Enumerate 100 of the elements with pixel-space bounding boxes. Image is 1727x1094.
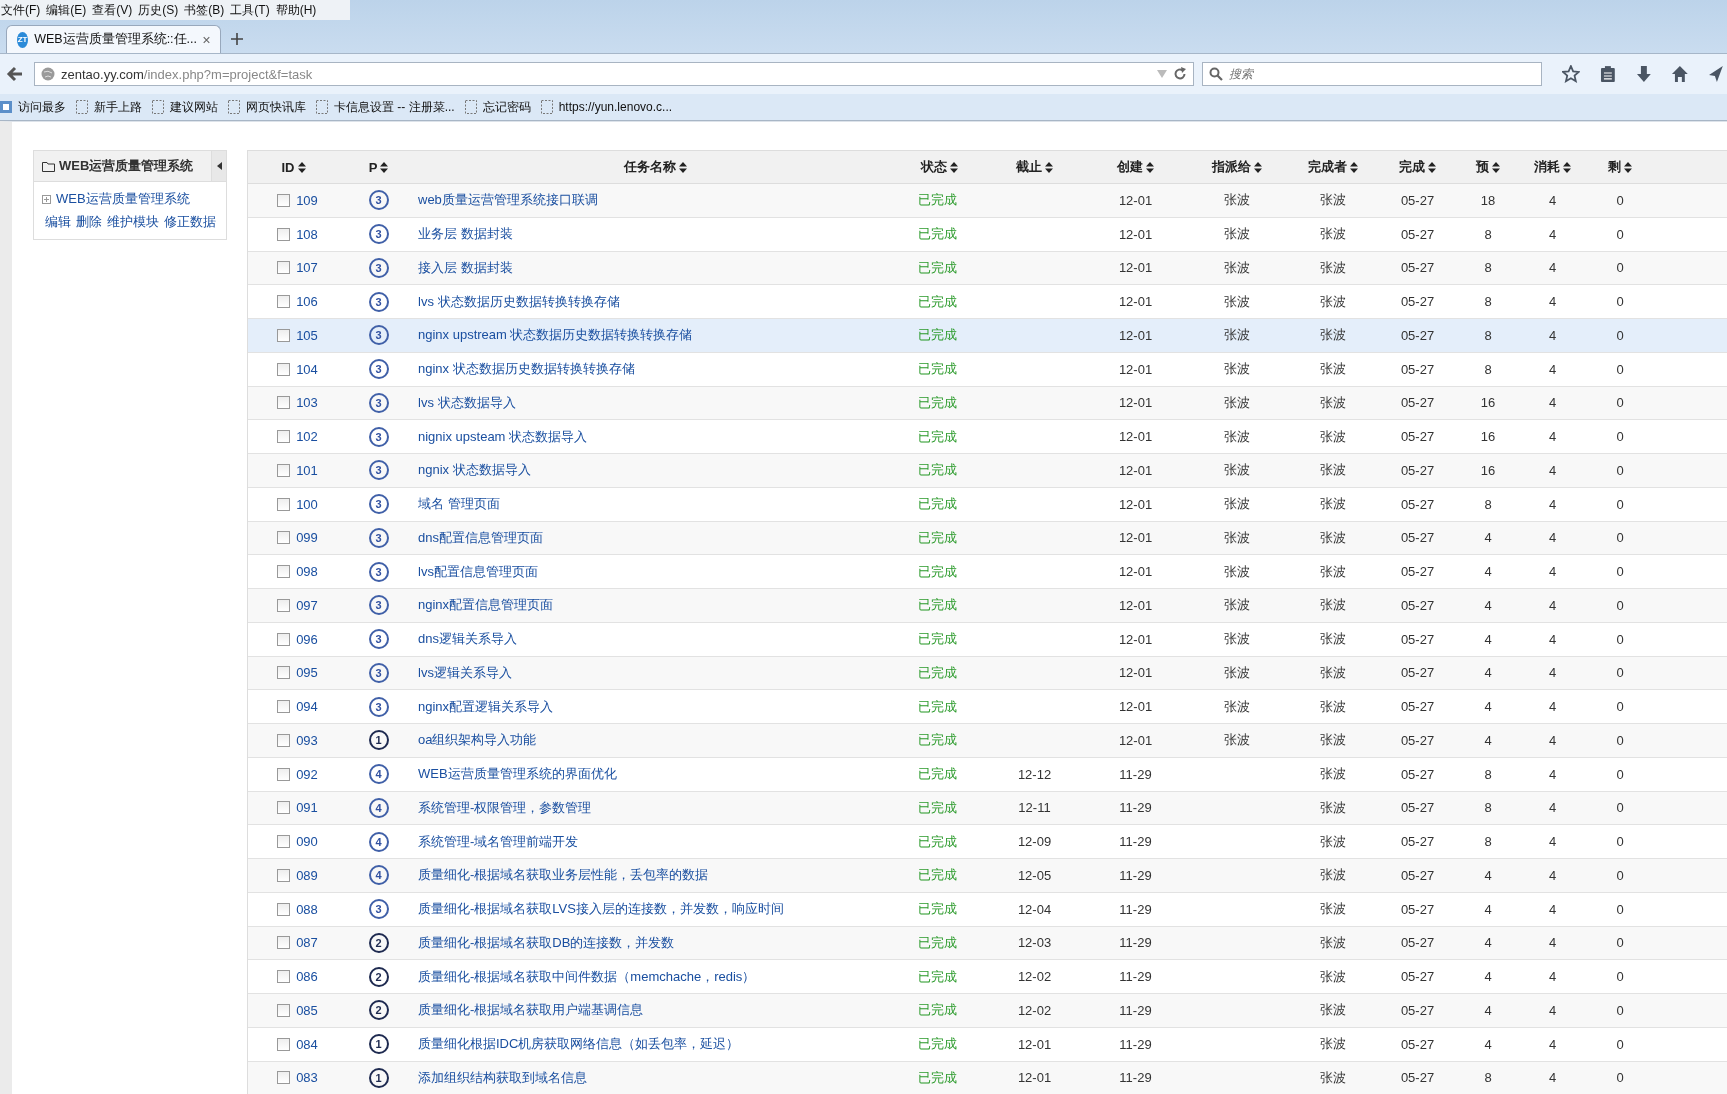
task-id[interactable]: 101 xyxy=(296,462,318,478)
task-name-link[interactable]: ngnix 状态数据导入 xyxy=(418,461,531,480)
table-row[interactable]: 107 3 接入层 数据封装 已完成 12-01 张波 张波 05-27 8 4 0 xyxy=(248,251,1727,286)
menu-item[interactable]: 帮助(H) xyxy=(274,1,322,19)
task-name-link[interactable]: 质量细化-根据域名获取用户端基调信息 xyxy=(418,1001,644,1020)
task-id[interactable]: 090 xyxy=(296,834,318,850)
task-name-link[interactable]: 域名 管理页面 xyxy=(418,495,500,514)
row-checkbox[interactable] xyxy=(277,362,291,376)
task-name-link[interactable]: 质量细化-根据域名获取DB的连接数，并发数 xyxy=(418,933,675,952)
task-id[interactable]: 085 xyxy=(296,1002,318,1018)
task-name-link[interactable]: web质量运营管理系统接口联调 xyxy=(418,191,598,210)
row-checkbox[interactable] xyxy=(277,295,291,309)
task-id[interactable]: 106 xyxy=(296,294,318,310)
row-checkbox[interactable] xyxy=(277,430,291,444)
row-checkbox[interactable] xyxy=(277,565,291,579)
table-row[interactable]: 099 3 dns配置信息管理页面 已完成 12-01 张波 张波 05-27 4 4 0 xyxy=(248,521,1727,556)
task-id[interactable]: 083 xyxy=(296,1070,318,1086)
task-id[interactable]: 099 xyxy=(296,530,318,546)
send-icon[interactable] xyxy=(1709,65,1723,83)
task-name-link[interactable]: 添加组织结构获取到域名信息 xyxy=(418,1068,587,1087)
row-checkbox[interactable] xyxy=(277,666,291,680)
address-bar[interactable]: zentao.yy.com/index.php?m=project&f=task xyxy=(34,62,1194,86)
task-id[interactable]: 096 xyxy=(296,631,318,647)
task-name-link[interactable]: 系统管理-域名管理前端开发 xyxy=(418,832,579,851)
row-checkbox[interactable] xyxy=(277,767,291,781)
column-header[interactable]: 剩 xyxy=(1585,158,1655,176)
task-id[interactable]: 088 xyxy=(296,901,318,917)
row-checkbox[interactable] xyxy=(277,936,291,950)
table-row[interactable]: 083 1 添加组织结构获取到域名信息 已完成 12-01 11-29 张波 05-27 8 4 0 xyxy=(248,1061,1727,1094)
table-row[interactable]: 089 4 质量细化-根据域名获取业务层性能，丢包率的数据 已完成 12-05 11-29 张波 05-27 4 4 0 xyxy=(248,859,1727,893)
column-header[interactable]: 截止 xyxy=(985,158,1084,176)
task-id[interactable]: 086 xyxy=(296,969,318,985)
row-checkbox[interactable] xyxy=(277,868,291,882)
column-header[interactable]: 任务名称 xyxy=(418,158,893,176)
menu-item[interactable]: 工具(T) xyxy=(229,1,275,19)
table-row[interactable]: 087 2 质量细化-根据域名获取DB的连接数，并发数 已完成 12-03 11-29 张波 05-27 4 4 0 xyxy=(248,926,1727,961)
table-row[interactable]: 091 4 系统管理-权限管理，参数管理 已完成 12-11 11-29 张波 05-27 8 4 0 xyxy=(248,791,1727,826)
row-checkbox[interactable] xyxy=(277,700,291,714)
table-row[interactable]: 101 3 ngnix 状态数据导入 已完成 12-01 张波 张波 05-27 16 4 0 xyxy=(248,454,1727,488)
task-id[interactable]: 100 xyxy=(296,496,318,512)
menu-item[interactable]: 书签(B) xyxy=(183,1,230,19)
row-checkbox[interactable] xyxy=(277,497,291,511)
row-checkbox[interactable] xyxy=(277,632,291,646)
column-header[interactable]: 预 xyxy=(1456,158,1520,176)
row-checkbox[interactable] xyxy=(277,531,291,545)
column-header[interactable]: 完成者 xyxy=(1287,158,1379,176)
column-header[interactable]: 状态 xyxy=(893,158,985,176)
menu-item[interactable]: 查看(V) xyxy=(91,1,138,19)
task-id[interactable]: 102 xyxy=(296,429,318,445)
row-checkbox[interactable] xyxy=(277,328,291,342)
task-name-link[interactable]: nginx 状态数据历史数据转换转换存储 xyxy=(418,360,635,379)
task-id[interactable]: 091 xyxy=(296,800,318,816)
task-name-link[interactable]: dns配置信息管理页面 xyxy=(418,528,543,547)
task-id[interactable]: 103 xyxy=(296,395,318,411)
task-name-link[interactable]: lvs配置信息管理页面 xyxy=(418,562,538,581)
task-id[interactable]: 093 xyxy=(296,732,318,748)
task-id[interactable]: 105 xyxy=(296,327,318,343)
task-id[interactable]: 095 xyxy=(296,665,318,681)
column-header[interactable]: 创建 xyxy=(1084,158,1187,176)
task-id[interactable]: 094 xyxy=(296,699,318,715)
bookmark-item[interactable]: 新手上路 xyxy=(76,98,142,116)
column-header[interactable]: 消耗 xyxy=(1520,158,1585,176)
row-checkbox[interactable] xyxy=(277,261,291,275)
task-id[interactable]: 089 xyxy=(296,867,318,883)
row-checkbox[interactable] xyxy=(277,801,291,815)
table-row[interactable]: 085 2 质量细化-根据域名获取用户端基调信息 已完成 12-02 11-29 张波 05-27 4 4 0 xyxy=(248,994,1727,1028)
task-name-link[interactable]: lvs 状态数据历史数据转换转换存储 xyxy=(418,292,620,311)
table-row[interactable]: 095 3 lvs逻辑关系导入 已完成 12-01 张波 张波 05-27 4 4 0 xyxy=(248,656,1727,691)
bookmark-item[interactable]: 建议网站 xyxy=(152,98,218,116)
column-header[interactable]: P xyxy=(339,159,418,175)
task-name-link[interactable]: nginx配置逻辑关系导入 xyxy=(418,697,554,716)
star-icon[interactable] xyxy=(1562,65,1580,83)
table-row[interactable]: 097 3 nginx配置信息管理页面 已完成 12-01 张波 张波 05-27 4 4 0 xyxy=(248,589,1727,623)
task-id[interactable]: 084 xyxy=(296,1036,318,1052)
task-id[interactable]: 108 xyxy=(296,226,318,242)
table-row[interactable]: 105 3 nginx upstream 状态数据历史数据转换转换存储 已完成 12-01 张波 张波 05-27 8 4 0 xyxy=(248,319,1727,353)
download-icon[interactable] xyxy=(1635,65,1652,83)
task-id[interactable]: 107 xyxy=(296,260,318,276)
bookmark-item[interactable]: https://yun.lenovo.c... xyxy=(540,100,673,114)
row-checkbox[interactable] xyxy=(277,193,291,207)
table-row[interactable]: 103 3 lvs 状态数据导入 已完成 12-01 张波 张波 05-27 16 4 0 xyxy=(248,386,1727,421)
row-checkbox[interactable] xyxy=(277,1071,291,1085)
row-checkbox[interactable] xyxy=(277,463,291,477)
menu-item[interactable]: 历史(S) xyxy=(137,1,184,19)
expand-icon[interactable] xyxy=(42,194,51,204)
bookmark-item[interactable]: 访问最多 xyxy=(0,98,66,116)
action-link[interactable]: 编辑 xyxy=(45,213,71,231)
task-name-link[interactable]: 质量细化-根据域名获取业务层性能，丢包率的数据 xyxy=(418,866,709,885)
task-name-link[interactable]: nignix upsteam 状态数据导入 xyxy=(418,427,588,446)
menu-item[interactable]: 编辑(E) xyxy=(45,1,92,19)
row-checkbox[interactable] xyxy=(277,1003,291,1017)
bookmark-item[interactable]: 忘记密码 xyxy=(464,98,531,116)
reload-icon[interactable] xyxy=(1172,67,1187,81)
task-name-link[interactable]: lvs逻辑关系导入 xyxy=(418,663,512,682)
row-checkbox[interactable] xyxy=(277,970,291,984)
close-icon[interactable] xyxy=(203,34,210,45)
collapse-button[interactable] xyxy=(211,151,226,181)
table-row[interactable]: 093 1 oa组织架构导入功能 已完成 12-01 张波 张波 05-27 4 4 0 xyxy=(248,724,1727,758)
browser-tab[interactable]: ZT WEB运营质量管理系统::任... xyxy=(6,25,221,53)
task-id[interactable]: 098 xyxy=(296,564,318,580)
